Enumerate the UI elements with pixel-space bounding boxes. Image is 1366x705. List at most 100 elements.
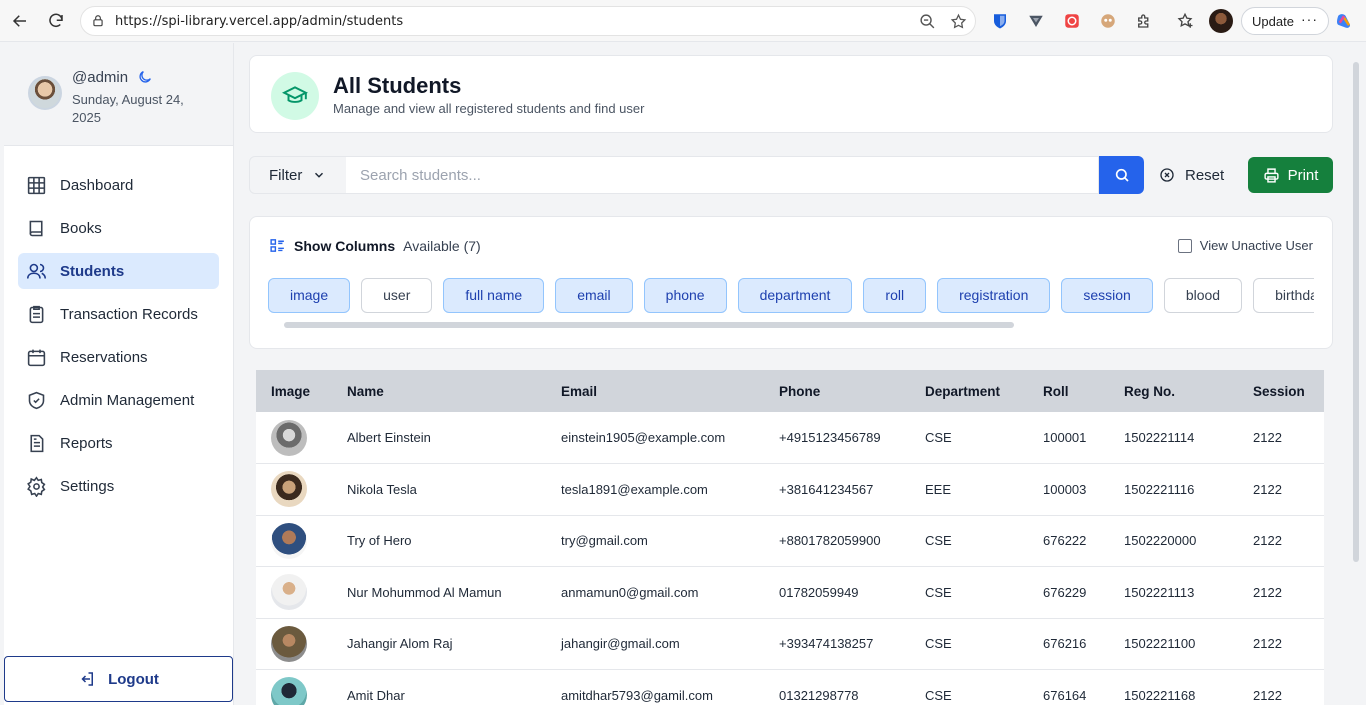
horizontal-scrollbar[interactable] [284,322,1014,328]
column-header-phone[interactable]: Phone [764,370,910,412]
update-label: Update [1252,13,1294,29]
url-text[interactable]: https://spi-library.vercel.app/admin/stu… [115,14,403,29]
column-chip[interactable]: image [268,278,351,313]
column-chip[interactable]: department [737,278,853,313]
cell-phone: +4915123456789 [764,412,910,464]
cell-name: Albert Einstein [332,412,546,464]
cell-name: Amit Dhar [332,669,546,705]
table-row[interactable]: Albert Einstein einstein1905@example.com +… [256,412,1324,464]
column-chip[interactable]: full name [443,278,545,313]
reset-button[interactable]: Reset [1159,156,1231,194]
column-chip[interactable]: session [1061,278,1153,313]
favorites-icon[interactable] [1174,10,1196,32]
table-body: Albert Einstein einstein1905@example.com +… [256,412,1324,705]
file-text-icon [30,434,44,452]
column-chip[interactable]: registration [937,278,1051,313]
reset-label: Reset [1185,166,1225,184]
view-unactive-label: View Unactive User [1199,238,1313,253]
column-chip[interactable]: roll [863,278,927,313]
browser-update-button[interactable]: Update ··· [1241,7,1329,35]
profile-panel: @admin Sunday, August 24, 2025 [4,43,233,146]
sidebar-item-settings[interactable]: Settings [18,468,219,504]
cell-name: Nur Mohummod Al Mamun [332,566,546,619]
record-extension-icon[interactable] [1061,10,1083,32]
cell-email: anmamun0@gmail.com [546,566,764,619]
zoom-out-icon[interactable] [919,13,936,30]
puzzle-extensions-icon[interactable] [1133,10,1155,32]
moon-icon[interactable] [137,69,153,85]
bitwarden-extension-icon[interactable] [989,10,1011,32]
cell-reg: 1502220000 [1109,515,1238,567]
cell-image [256,515,332,567]
sidebar-item-dashboard[interactable]: Dashboard [18,167,219,203]
student-avatar[interactable] [271,471,307,508]
site-info-icon[interactable] [91,14,105,28]
cell-reg: 1502221114 [1109,412,1238,464]
column-header-department[interactable]: Department [910,370,1028,412]
avatar[interactable] [28,76,62,110]
vpn-extension-icon[interactable] [1025,10,1047,32]
sidebar-item-label: Dashboard [60,176,134,194]
sidebar-item-books[interactable]: Books [18,210,219,246]
column-header-roll[interactable]: Roll [1028,370,1109,412]
student-avatar[interactable] [271,574,307,611]
students-table: Image Name Email Phone Department Roll R… [256,370,1324,705]
student-avatar[interactable] [271,419,307,456]
arrow-left-icon [12,15,26,27]
student-avatar[interactable] [271,522,307,559]
cell-name: Jahangir Alom Raj [332,618,546,670]
logout-button[interactable]: Logout [4,656,233,702]
student-avatar[interactable] [271,625,307,662]
cell-image [256,463,332,516]
sidebar-item-label: Reservations [60,348,148,366]
search-input[interactable] [346,156,1099,194]
table-row[interactable]: Nikola Tesla tesla1891@example.com +381641… [256,463,1324,516]
column-header-name[interactable]: Name [332,370,546,412]
column-chip[interactable]: email [555,278,633,313]
print-button[interactable]: Print [1248,157,1333,193]
column-chip[interactable]: phone [643,278,727,313]
sidebar-item-transaction-records[interactable]: Transaction Records [18,296,219,332]
table-row[interactable]: Jahangir Alom Raj jahangir@gmail.com +3934… [256,618,1324,670]
sidebar-item-reports[interactable]: Reports [18,425,219,461]
cell-session: 2122 [1238,412,1324,464]
column-chip[interactable]: blood [1163,278,1243,313]
address-bar[interactable]: https://spi-library.vercel.app/admin/stu… [80,6,976,36]
view-unactive-checkbox[interactable] [1177,238,1192,253]
page-scrollbar[interactable] [1352,50,1360,700]
star-icon[interactable] [950,13,967,30]
cell-department: CSE [910,669,1028,705]
cell-roll: 676229 [1028,566,1109,619]
view-unactive-toggle[interactable]: View Unactive User [1177,238,1313,253]
back-button[interactable] [5,6,35,36]
reload-button[interactable] [41,6,71,36]
student-avatar[interactable] [271,677,307,705]
sidebar-item-reservations[interactable]: Reservations [18,339,219,375]
table-row[interactable]: Nur Mohummod Al Mamun anmamun0@gmail.com 0… [256,566,1324,619]
search-button[interactable] [1099,156,1144,194]
column-header-session[interactable]: Session [1238,370,1324,412]
cell-session: 2122 [1238,566,1324,619]
face-extension-icon[interactable] [1097,10,1119,32]
more-menu-icon[interactable]: ··· [1301,11,1318,27]
column-header-email[interactable]: Email [546,370,764,412]
copilot-icon[interactable] [1333,10,1355,32]
scrollbar-thumb[interactable] [1353,62,1359,562]
column-header-reg-no[interactable]: Reg No. [1109,370,1238,412]
column-header-image[interactable]: Image [256,370,332,412]
browser-profile-avatar[interactable] [1209,9,1233,33]
users-icon [26,263,47,279]
sidebar-item-students[interactable]: Students [18,253,219,289]
logout-label: Logout [108,670,159,688]
column-chip[interactable]: birthday [1253,278,1314,313]
filter-dropdown[interactable]: Filter [249,156,347,194]
page-header: All Students Manage and view all registe… [249,55,1333,133]
clipboard-icon [29,305,44,323]
table-row[interactable]: Try of Hero try@gmail.com +8801782059900 CS… [256,515,1324,567]
column-chip[interactable]: user [361,278,433,313]
sidebar-item-admin-management[interactable]: Admin Management [18,382,219,418]
cell-email: amitdhar5793@gamil.com [546,669,764,705]
print-label: Print [1287,166,1319,184]
table-row[interactable]: Amit Dhar amitdhar5793@gamil.com 013212987… [256,669,1324,705]
cell-image [256,618,332,670]
